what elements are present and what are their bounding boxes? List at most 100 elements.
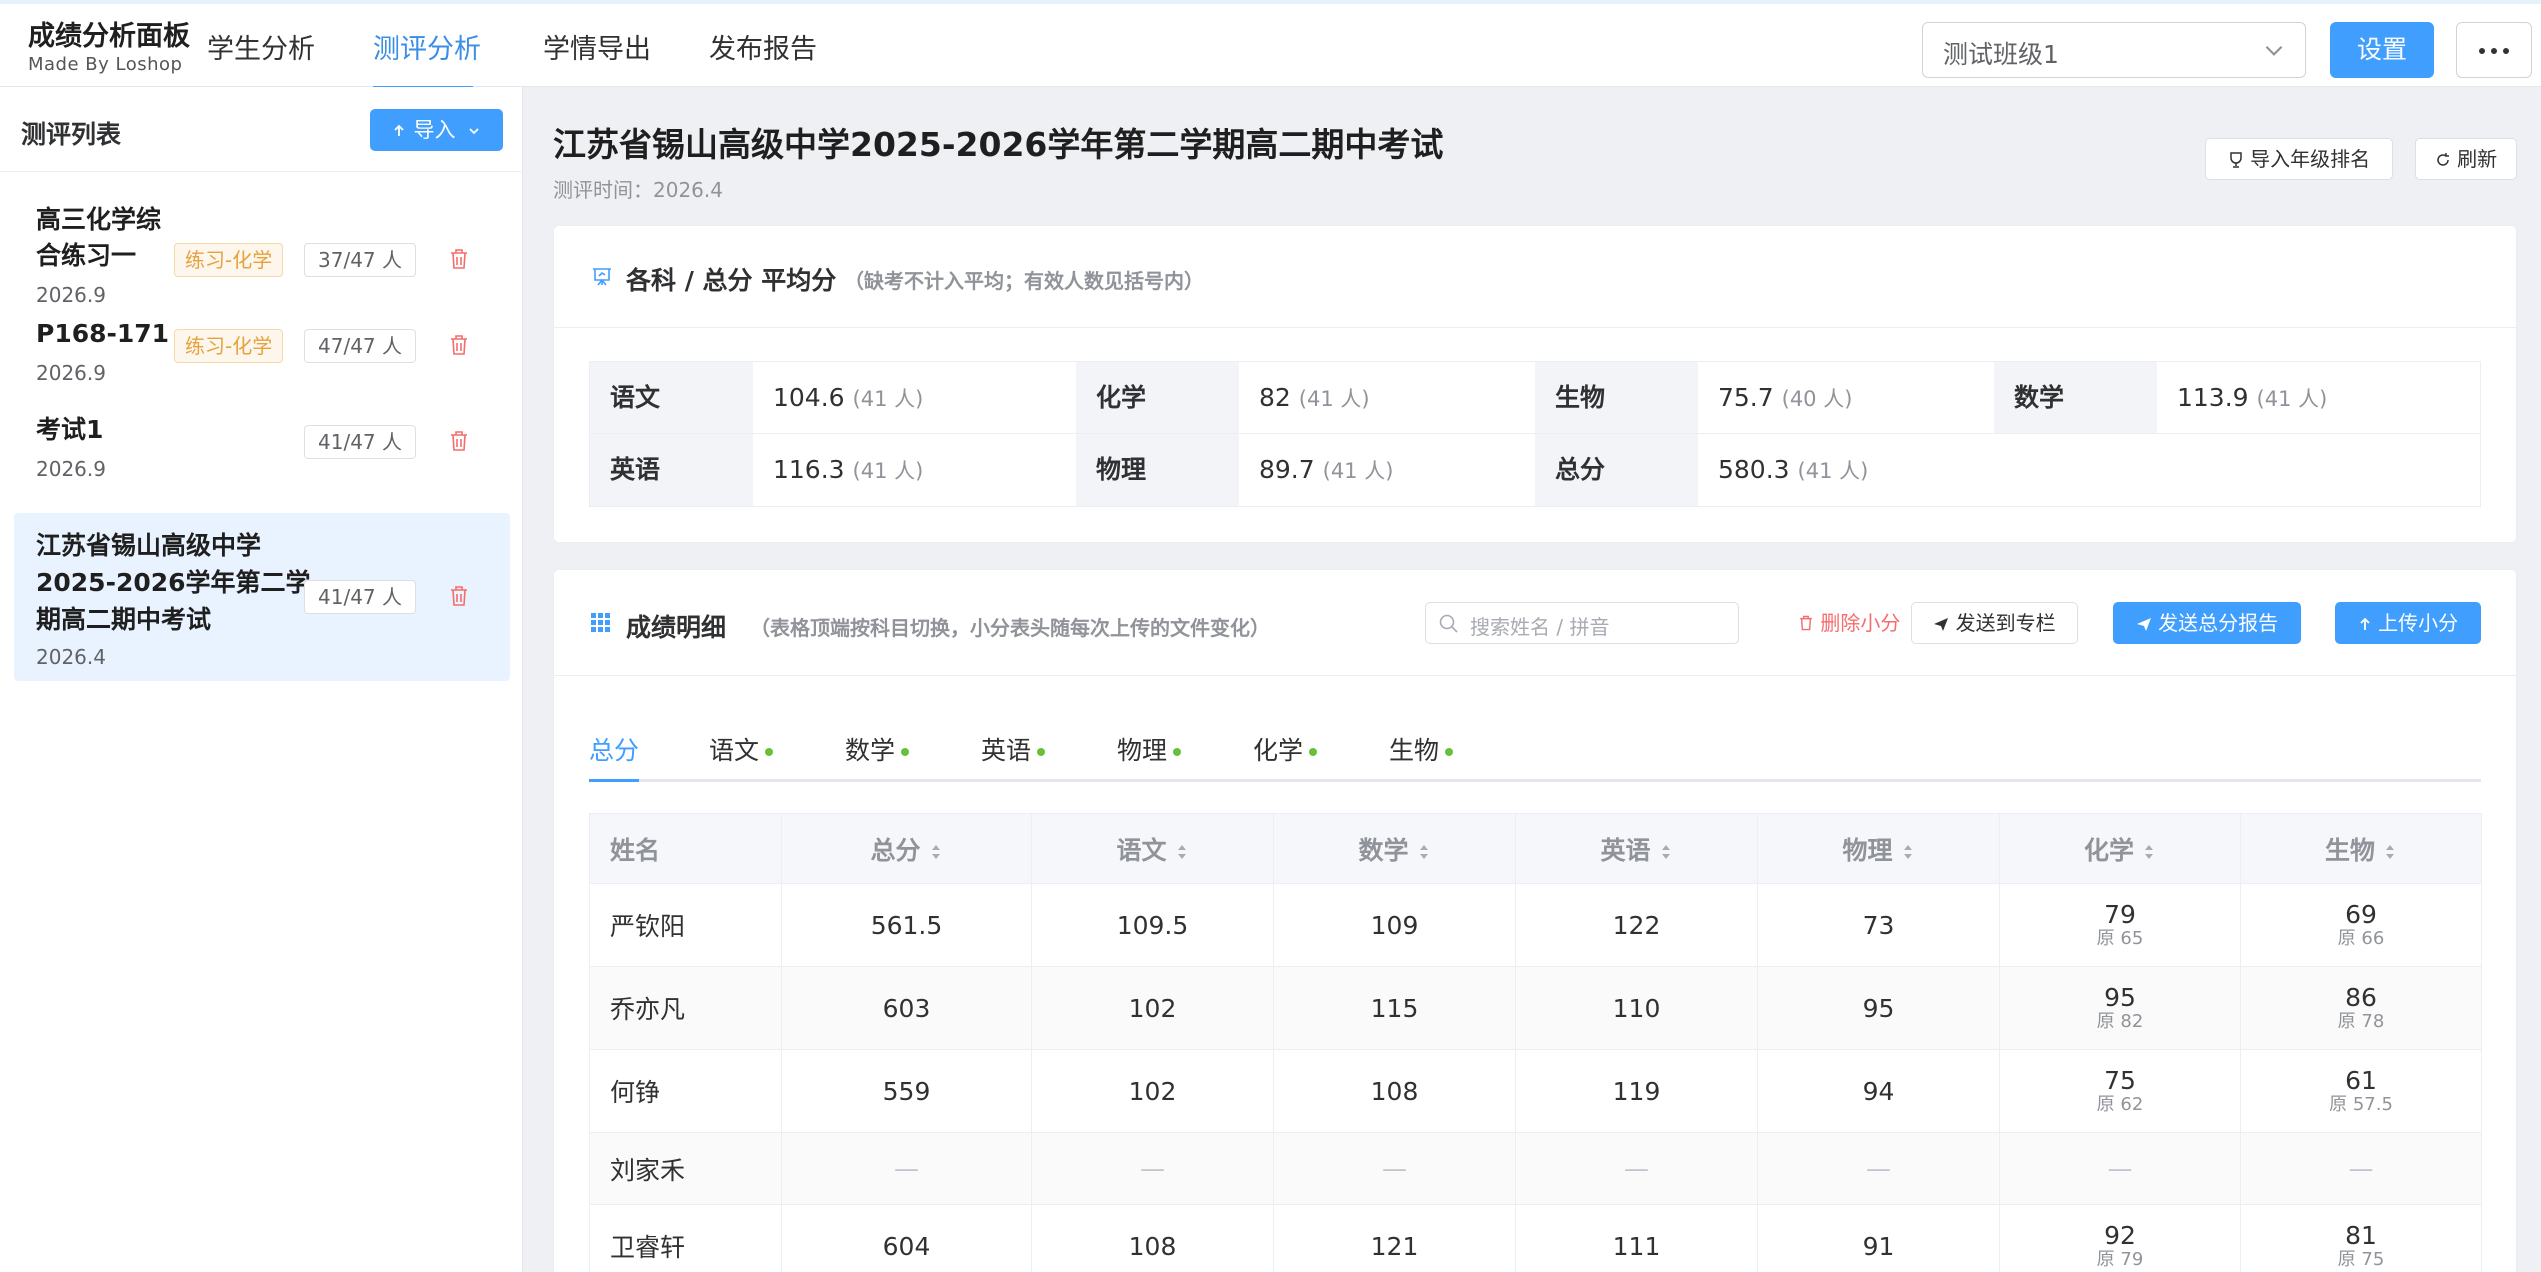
cell-chemistry: 79 原 65 xyxy=(1999,883,2241,967)
tab-chinese[interactable]: 语文 xyxy=(709,730,774,772)
settings-button[interactable]: 设置 xyxy=(2330,22,2434,78)
tab-total[interactable]: 总分 xyxy=(589,730,639,772)
col-header-total[interactable]: 总分 xyxy=(781,813,1032,884)
table-row[interactable]: 卫睿轩 604 108 121 111 91 92 原 79 81 原 75 xyxy=(589,1204,2482,1272)
refresh-button[interactable]: 刷新 xyxy=(2415,138,2517,180)
refresh-icon xyxy=(2437,153,2449,166)
exam-name: 江苏省锡山高级中学 xyxy=(36,531,262,560)
raw-score: 原 62 xyxy=(2096,1094,2144,1115)
chevron-down-icon xyxy=(469,128,479,135)
table-row[interactable]: 何铮 559 102 108 119 94 75 原 62 61 原 57.5 xyxy=(589,1049,2482,1133)
exam-name-cont: 2025-2026学年第二学 xyxy=(36,568,311,597)
subject-tabs: 总分 语文 数学 英语 物理 化学 生物 xyxy=(589,730,2481,782)
exam-date: 2026.9 xyxy=(36,283,106,307)
col-header-chemistry[interactable]: 化学 xyxy=(1999,813,2241,884)
nav-learning-export[interactable]: 学情导出 xyxy=(543,32,651,68)
cell-total: — xyxy=(781,1132,1032,1205)
exam-item[interactable]: P168-171 2026.9 练习-化学 47/47 人 xyxy=(14,315,510,395)
table-row[interactable]: 乔亦凡 603 102 115 110 95 95 原 82 86 原 78 xyxy=(589,966,2482,1050)
cell-math: 109 xyxy=(1273,883,1516,967)
cell-name: 乔亦凡 xyxy=(589,966,782,1050)
table-row[interactable]: 刘家禾 — — — — — — — xyxy=(589,1132,2482,1205)
tab-english[interactable]: 英语 xyxy=(981,730,1046,772)
delete-subscores-button[interactable]: 删除小分 xyxy=(1798,602,1900,644)
avg-value-chemistry: 82 (41 人) xyxy=(1239,362,1535,434)
sidebar-title: 测评列表 xyxy=(21,120,122,149)
import-rank-button[interactable]: 导入年级排名 xyxy=(2205,138,2393,180)
status-dot xyxy=(765,748,774,756)
sort-icon xyxy=(1419,844,1428,859)
averages-card-header: 各科 / 总分 平均分 （缺考不计入平均；有效人数见括号内） xyxy=(554,226,2516,328)
avg-value-english: 116.3 (41 人) xyxy=(753,434,1076,506)
send-to-column-button[interactable]: 发送到专栏 xyxy=(1911,602,2078,644)
cell-physics: 95 xyxy=(1757,966,2000,1050)
col-header-physics[interactable]: 物理 xyxy=(1757,813,2000,884)
trash-icon[interactable] xyxy=(448,333,470,357)
tab-label: 生物 xyxy=(1389,736,1440,765)
col-header-math[interactable]: 数学 xyxy=(1273,813,1516,884)
exam-item[interactable]: 考试1 2026.9 41/47 人 xyxy=(14,411,510,491)
trash-icon[interactable] xyxy=(448,247,470,271)
search-input[interactable]: 搜索姓名 / 拼音 xyxy=(1425,602,1739,644)
exam-time: 测评时间：2026.4 xyxy=(553,178,723,202)
scores-table: 姓名 总分 语文 数学 英语 物理 化学 生物 严钦阳 561.5 109.5 … xyxy=(589,813,2482,1272)
tab-chemistry[interactable]: 化学 xyxy=(1253,730,1318,772)
cell-math: 121 xyxy=(1273,1204,1516,1272)
cell-name: 何铮 xyxy=(589,1049,782,1133)
exam-count-tag: 41/47 人 xyxy=(304,580,416,614)
cell-chinese: 102 xyxy=(1031,966,1274,1050)
col-header-english[interactable]: 英语 xyxy=(1515,813,1758,884)
more-button[interactable] xyxy=(2456,22,2532,78)
exam-type-tag: 练习-化学 xyxy=(174,243,284,277)
upload-subscores-button[interactable]: 上传小分 xyxy=(2335,602,2481,644)
cell-chinese: 108 xyxy=(1031,1204,1274,1272)
table-row[interactable]: 严钦阳 561.5 109.5 109 122 73 79 原 65 69 原 66 xyxy=(589,883,2482,967)
exam-name: 高三化学综 xyxy=(36,205,162,234)
upload-icon xyxy=(2360,617,2370,630)
score: 86 xyxy=(2345,983,2377,1012)
tab-label: 物理 xyxy=(1117,736,1168,765)
chevron-down-icon xyxy=(2265,45,2283,56)
avg-count: (41 人) xyxy=(2256,387,2328,411)
averages-card: 各科 / 总分 平均分 （缺考不计入平均；有效人数见括号内） 语文 104.6 … xyxy=(553,225,2517,543)
exam-item-active[interactable]: 江苏省锡山高级中学 2025-2026学年第二学 期高二期中考试 2026.4 … xyxy=(14,513,510,681)
trash-icon[interactable] xyxy=(448,429,470,453)
raw-score: 原 82 xyxy=(2096,1011,2144,1032)
col-header-chinese[interactable]: 语文 xyxy=(1031,813,1274,884)
cell-biology: 69 原 66 xyxy=(2240,883,2482,967)
nav-student-analysis[interactable]: 学生分析 xyxy=(207,32,315,68)
col-label: 化学 xyxy=(2083,835,2134,865)
class-select[interactable]: 测试班级1 xyxy=(1922,22,2306,78)
avg-value-chinese: 104.6 (41 人) xyxy=(753,362,1076,434)
send-report-label: 发送总分报告 xyxy=(2158,611,2279,635)
cell-chemistry: 95 原 82 xyxy=(1999,966,2241,1050)
cell-name: 严钦阳 xyxy=(589,883,782,967)
details-title: 成绩明细 xyxy=(626,613,727,642)
tab-biology[interactable]: 生物 xyxy=(1389,730,1454,772)
cell-biology: 61 原 57.5 xyxy=(2240,1049,2482,1133)
avg-value-math: 113.9 (41 人) xyxy=(2157,362,2480,434)
status-dot xyxy=(1445,748,1454,756)
import-rank-label: 导入年级排名 xyxy=(2250,147,2371,171)
send-report-button[interactable]: 发送总分报告 xyxy=(2113,602,2301,644)
cell-english: 122 xyxy=(1515,883,1758,967)
avg-value-biology: 75.7 (40 人) xyxy=(1698,362,1994,434)
brand: 成绩分析面板 Made By Loshop xyxy=(28,20,190,76)
avg-count: (40 人) xyxy=(1781,387,1853,411)
import-label: 导入 xyxy=(413,118,456,142)
avg-count: (41 人) xyxy=(852,459,924,483)
nav-publish-report[interactable]: 发布报告 xyxy=(709,32,817,68)
col-label: 生物 xyxy=(2324,835,2375,865)
averages-title: 各科 / 总分 平均分 xyxy=(626,266,837,295)
nav-exam-analysis[interactable]: 测评分析 xyxy=(373,32,481,68)
trash-icon[interactable] xyxy=(448,584,470,608)
exam-item[interactable]: 高三化学综 合练习一 2026.9 练习-化学 37/47 人 xyxy=(14,197,510,307)
avg-label-english: 英语 xyxy=(590,434,753,506)
tab-label: 化学 xyxy=(1253,736,1304,765)
raw-score: 原 78 xyxy=(2337,1011,2385,1032)
score: 75 xyxy=(2104,1066,2136,1095)
tab-physics[interactable]: 物理 xyxy=(1117,730,1182,772)
import-button[interactable]: 导入 xyxy=(370,109,503,151)
tab-math[interactable]: 数学 xyxy=(845,730,910,772)
col-header-biology[interactable]: 生物 xyxy=(2240,813,2482,884)
